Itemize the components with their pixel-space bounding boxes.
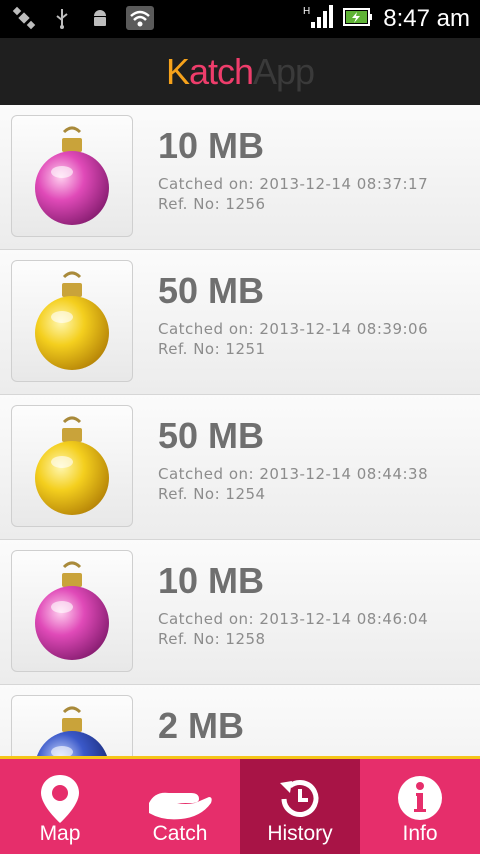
nav-map[interactable]: Map [0, 759, 120, 854]
reference-number: Ref. No: 1256 [158, 195, 266, 213]
list-item[interactable]: 10 MB Catched on: 2013-12-14 08:37:17 Re… [0, 105, 480, 250]
catched-date: Catched on: 2013-12-14 08:46:04 [158, 610, 429, 628]
nav-history[interactable]: History [240, 759, 360, 854]
history-list[interactable]: 10 MB Catched on: 2013-12-14 08:37:17 Re… [0, 105, 480, 756]
status-bar: H 8:47 am [0, 0, 480, 38]
gold-ornament-icon [35, 271, 109, 370]
signal-icon: H [303, 4, 334, 34]
catched-date: Catched on: 2013-12-14 08:39:06 [158, 320, 429, 338]
app-header: KatchApp [0, 38, 480, 105]
history-clock-icon [280, 780, 319, 817]
wifi-icon [126, 6, 154, 30]
app-logo: KatchApp [165, 50, 315, 92]
data-size: 50 MB [158, 270, 265, 311]
nav-label: Info [402, 822, 438, 845]
data-size: 50 MB [158, 415, 265, 456]
list-item[interactable]: 50 MB Catched on: 2013-12-14 08:39:06 Re… [0, 250, 480, 395]
pink-ornament-icon [35, 126, 109, 225]
ornament-thumbnail [11, 115, 133, 237]
battery-icon [343, 6, 373, 32]
reference-number: Ref. No: 1258 [158, 630, 266, 648]
pink-ornament-icon [35, 561, 109, 660]
map-pin-icon [41, 775, 79, 823]
nav-label: Map [39, 822, 81, 845]
ornament-thumbnail [11, 695, 133, 756]
list-item[interactable]: 50 MB Catched on: 2013-12-14 08:44:38 Re… [0, 395, 480, 540]
info-icon [398, 776, 442, 820]
clock: 8:47 am [383, 5, 470, 32]
bottom-nav: Map Catch History Info [0, 756, 480, 854]
gold-ornament-icon [35, 416, 109, 515]
usb-icon [50, 6, 74, 30]
data-size: 10 MB [158, 560, 265, 601]
ornament-thumbnail [11, 550, 133, 672]
nav-catch[interactable]: Catch [120, 759, 240, 854]
ornament-thumbnail [11, 405, 133, 527]
data-size: 2 MB [158, 705, 245, 746]
data-size: 10 MB [158, 125, 265, 166]
nav-label: Catch [152, 822, 208, 845]
ornament-thumbnail [11, 260, 133, 382]
list-item[interactable]: 10 MB Catched on: 2013-12-14 08:46:04 Re… [0, 540, 480, 685]
network-type: H [303, 6, 310, 17]
satellite-icon [12, 6, 36, 30]
nav-label: History [267, 822, 333, 845]
catched-date: Catched on: 2013-12-14 08:37:17 [158, 175, 429, 193]
android-icon [88, 6, 112, 30]
list-item[interactable]: 2 MB [0, 685, 480, 756]
catch-hand-icon [149, 792, 212, 820]
nav-info[interactable]: Info [360, 759, 480, 854]
blue-ornament-icon [37, 706, 107, 756]
reference-number: Ref. No: 1251 [158, 340, 266, 358]
reference-number: Ref. No: 1254 [158, 485, 266, 503]
catched-date: Catched on: 2013-12-14 08:44:38 [158, 465, 429, 483]
